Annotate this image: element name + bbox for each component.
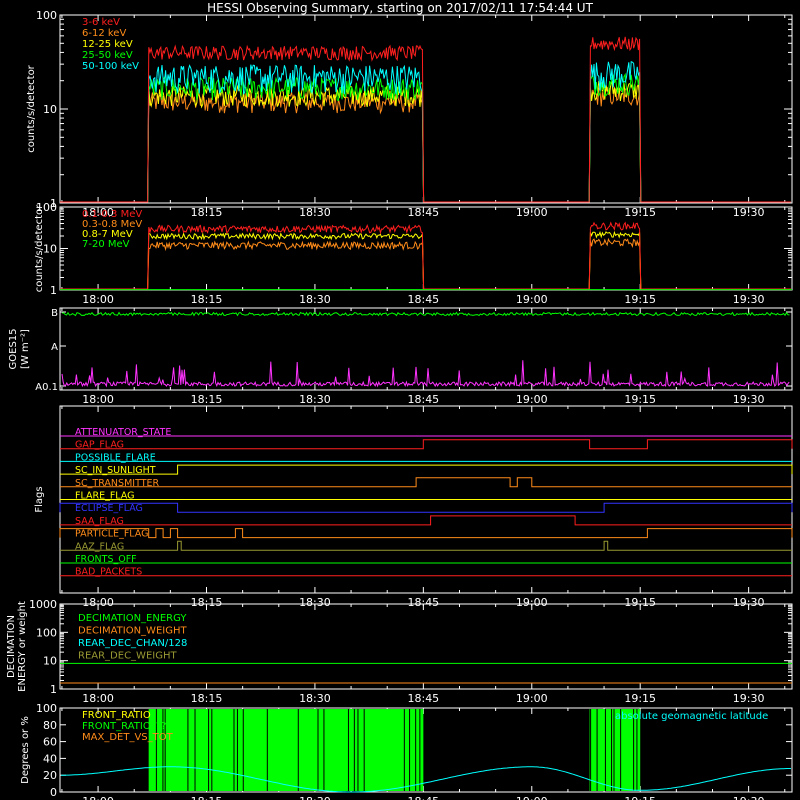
y-tick-label: 0 xyxy=(50,786,57,799)
flag-label: GAP_FLAG xyxy=(75,440,124,451)
y-tick-label: 100 xyxy=(36,9,57,22)
y-tick-label: 10 xyxy=(43,103,57,116)
background xyxy=(0,0,800,800)
y-tick-label: B xyxy=(51,308,58,319)
y-axis-label: ENERGY or weight xyxy=(17,601,28,692)
x-tick-label: 18:00 xyxy=(82,293,114,306)
x-tick-label: 18:15 xyxy=(191,393,223,406)
x-tick-label: 18:30 xyxy=(299,795,331,800)
y-axis-label: Degrees or % xyxy=(20,716,31,784)
legend-entry: 7-20 MeV xyxy=(82,239,130,250)
x-tick-label: 18:30 xyxy=(299,393,331,406)
x-tick-label: 18:45 xyxy=(407,293,439,306)
flag-label: SAA_FLAG xyxy=(75,516,124,527)
flag-label: ATTENUATOR_STATE xyxy=(75,427,171,438)
legend-entry: REAR_DEC_CHAN/128 xyxy=(78,638,187,649)
legend-entry: DECIMATION_WEIGHT xyxy=(78,626,187,637)
x-tick-label: 19:30 xyxy=(733,795,765,800)
legend-entry: FRONT_RATIO_??? xyxy=(82,721,172,732)
y-tick-label: 10 xyxy=(43,655,57,668)
x-tick-label: 18:30 xyxy=(299,692,331,705)
y-tick-label: A0.1 xyxy=(35,382,58,393)
y-tick-label: 1000 xyxy=(29,598,57,611)
y-tick-label: 10 xyxy=(43,243,57,256)
x-tick-label: 18:15 xyxy=(191,692,223,705)
y-axis-label: DECIMATION xyxy=(6,615,17,678)
flag-label: POSSIBLE_FLARE xyxy=(75,452,156,463)
y-axis-units: [W m⁻²] xyxy=(20,329,31,369)
y-axis-label: Flags xyxy=(34,486,45,512)
x-tick-label: 19:15 xyxy=(624,293,656,306)
x-tick-label: 18:45 xyxy=(407,692,439,705)
y-tick-label: 20 xyxy=(43,769,57,782)
latitude-annotation: absolute geomagnetic latitude xyxy=(615,711,768,722)
x-tick-label: 19:00 xyxy=(516,393,548,406)
flag-label: AAZ_FLAG xyxy=(75,541,124,552)
x-tick-label: 18:00 xyxy=(82,795,114,800)
x-tick-label: 19:15 xyxy=(624,692,656,705)
x-tick-label: 18:45 xyxy=(407,393,439,406)
hessi-summary-figure: HESSI Observing Summary, starting on 201… xyxy=(0,0,800,800)
y-tick-label: 40 xyxy=(43,752,57,765)
x-tick-label: 18:45 xyxy=(407,795,439,800)
x-tick-label: 19:30 xyxy=(733,393,765,406)
y-tick-label: 1 xyxy=(50,284,57,297)
y-tick-label: A xyxy=(51,342,58,353)
flag-label: FLARE_FLAG xyxy=(75,491,135,502)
legend-entry: 50-100 keV xyxy=(82,61,139,72)
legend-entry: REAR_DEC_WEIGHT xyxy=(78,651,177,662)
y-axis-label: counts/s/detector xyxy=(26,64,37,152)
legend-entry: 6-12 keV xyxy=(82,28,126,39)
front-ratio-block xyxy=(148,709,424,791)
y-axis-label: GOES15 xyxy=(8,328,19,369)
x-tick-label: 18:30 xyxy=(299,293,331,306)
figure-title: HESSI Observing Summary, starting on 201… xyxy=(207,1,593,15)
legend-entry: 3-6 keV xyxy=(82,17,120,28)
flag-label: SC_IN_SUNLIGHT xyxy=(75,465,156,476)
y-tick-label: 100 xyxy=(36,702,57,715)
x-tick-label: 19:30 xyxy=(733,293,765,306)
y-axis-label: counts/s/detector xyxy=(34,204,45,292)
flag-label: BAD_PACKETS xyxy=(75,567,142,578)
x-tick-label: 19:15 xyxy=(624,795,656,800)
flag-label: SC_TRANSMITTER xyxy=(75,478,160,489)
flag-label: FRONTS_OFF xyxy=(75,554,137,565)
y-tick-label: 80 xyxy=(43,719,57,732)
x-tick-label: 18:00 xyxy=(82,393,114,406)
legend-entry: 12-25 keV xyxy=(82,39,133,50)
flag-label: PARTICLE_FLAG xyxy=(75,529,148,540)
legend-entry: DECIMATION_ENERGY xyxy=(78,613,187,624)
x-tick-label: 19:15 xyxy=(624,393,656,406)
x-tick-label: 19:00 xyxy=(516,795,548,800)
x-tick-label: 19:30 xyxy=(733,692,765,705)
y-tick-label: 100 xyxy=(36,626,57,639)
legend-entry: MAX_DET_VS_TOT xyxy=(82,732,174,743)
x-tick-label: 19:00 xyxy=(516,692,548,705)
legend-entry: FRONT_RATIO xyxy=(82,710,151,721)
x-tick-label: 19:00 xyxy=(516,293,548,306)
y-tick-label: 1 xyxy=(50,683,57,696)
x-tick-label: 18:00 xyxy=(82,692,114,705)
x-tick-label: 18:15 xyxy=(191,293,223,306)
flag-label: ECLIPSE_FLAG xyxy=(75,503,143,514)
x-tick-label: 18:15 xyxy=(191,795,223,800)
y-tick-label: 60 xyxy=(43,736,57,749)
legend-entry: 25-50 keV xyxy=(82,50,133,61)
